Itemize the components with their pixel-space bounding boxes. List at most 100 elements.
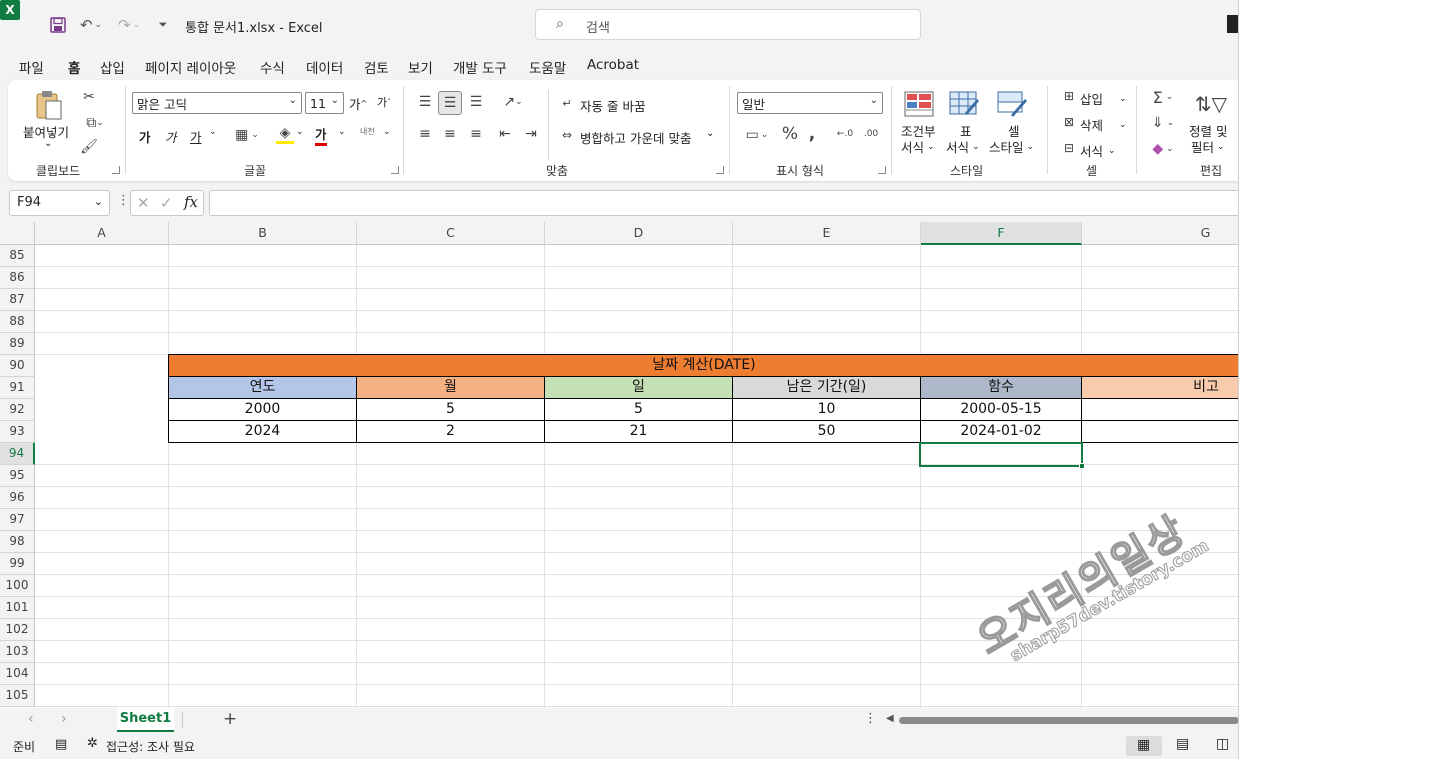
table-title-cell[interactable]: 날짜 계산(DATE) (169, 355, 1238, 377)
table-cell[interactable]: 5 (545, 399, 733, 421)
merge-dropdown-icon[interactable]: ⌄ (706, 128, 714, 139)
cancel-icon[interactable]: ✕ (137, 194, 150, 212)
tab-insert[interactable]: 삽입 (100, 57, 125, 77)
number-dialog-launcher[interactable] (878, 166, 886, 174)
horizontal-scrollbar[interactable] (899, 717, 1238, 724)
hscroll-left-icon[interactable]: ◀ (886, 713, 894, 724)
page-layout-view-icon[interactable]: ▤ (1176, 736, 1189, 752)
header-year[interactable]: 연도 (169, 377, 357, 399)
row-header[interactable]: 100 (0, 575, 35, 597)
tab-help[interactable]: 도움말 (529, 57, 566, 77)
decrease-indent-icon[interactable]: ⇤ (495, 124, 515, 144)
active-cell[interactable] (919, 442, 1083, 467)
table-cell[interactable] (1082, 421, 1238, 443)
macro-record-icon[interactable]: ▤ (55, 737, 67, 752)
header-note[interactable]: 비고 (1082, 377, 1238, 399)
shrink-font-button[interactable]: 가ˇ (377, 94, 391, 110)
table-cell[interactable]: 50 (733, 421, 921, 443)
fill-icon[interactable]: ⇓ ⌄ (1148, 114, 1178, 132)
table-cell[interactable]: 5 (357, 399, 545, 421)
cell-styles-icon[interactable] (996, 90, 1028, 118)
align-middle-icon[interactable]: ☰ (438, 91, 462, 115)
orientation-icon[interactable]: ↗ ⌄ (498, 92, 528, 112)
clear-icon[interactable]: ◆ ⌄ (1148, 140, 1178, 158)
name-box[interactable]: F94 ⌄ (9, 190, 110, 216)
table-cell[interactable]: 2024-01-02 (921, 421, 1082, 443)
grow-font-button[interactable]: 가 ^ (349, 94, 367, 113)
delete-cells-icon[interactable]: ⊠ (1060, 114, 1078, 130)
align-right-icon[interactable]: ≡ (466, 124, 486, 144)
font-dialog-launcher[interactable] (391, 166, 399, 174)
decrease-decimal-icon[interactable]: .00 (860, 124, 882, 144)
row-header[interactable]: 98 (0, 531, 35, 553)
normal-view-button[interactable]: ▦ (1126, 736, 1162, 756)
conditional-formatting-label-2[interactable]: 서식 ⌄ (901, 137, 935, 156)
row-header[interactable]: 93 (0, 421, 35, 443)
table-cell[interactable] (1082, 399, 1238, 421)
italic-button[interactable]: 가 (165, 127, 177, 146)
bold-button[interactable]: 가 (139, 127, 151, 146)
more-options-icon[interactable]: ⋮ (864, 711, 877, 726)
table-cell[interactable]: 21 (545, 421, 733, 443)
select-all-button[interactable] (0, 222, 35, 245)
phonetic-button[interactable]: 내천 (360, 126, 375, 137)
row-header[interactable]: 92 (0, 399, 35, 421)
row-header[interactable]: 96 (0, 487, 35, 509)
wrap-text-icon[interactable]: ↵ (558, 94, 576, 112)
table-cell[interactable]: 2 (357, 421, 545, 443)
table-cell[interactable]: 2000 (169, 399, 357, 421)
row-header[interactable]: 87 (0, 289, 35, 311)
sort-filter-label-2[interactable]: 필터 ⌄ (1191, 137, 1225, 156)
page-break-view-icon[interactable]: ◫ (1216, 736, 1229, 752)
tab-review[interactable]: 검토 (364, 57, 389, 77)
sheet-tab-sheet1[interactable]: Sheet1 (117, 708, 174, 732)
increase-decimal-icon[interactable]: ←.0 (834, 124, 856, 144)
worksheet-grid[interactable]: A B C D E F G 85 86 87 88 89 90 91 92 93… (0, 222, 1238, 708)
wrap-text-button[interactable]: 자동 줄 바꿈 (580, 96, 645, 115)
format-painter-icon[interactable]: 🖌 (80, 138, 98, 156)
tab-page-layout[interactable]: 페이지 레이아웃 (145, 57, 236, 77)
table-cell[interactable]: 2024 (169, 421, 357, 443)
format-as-table-label-2[interactable]: 서식 ⌄ (946, 137, 980, 156)
align-center-icon[interactable]: ≡ (440, 124, 460, 144)
font-color-dropdown-icon[interactable]: ⌄ (338, 127, 346, 137)
save-icon[interactable] (48, 14, 68, 36)
row-header[interactable]: 85 (0, 245, 35, 267)
row-header[interactable]: 99 (0, 553, 35, 575)
copy-icon[interactable]: ⧉ ⌄ (80, 114, 110, 132)
font-color-button[interactable]: 가 (315, 124, 327, 146)
sort-filter-icon[interactable]: ⇅▽ (1194, 90, 1228, 118)
conditional-formatting-icon[interactable] (903, 90, 935, 118)
scroll-right-icon[interactable]: › (61, 711, 67, 727)
tab-data[interactable]: 데이터 (306, 57, 343, 77)
column-header-c[interactable]: C (357, 222, 545, 245)
add-sheet-button[interactable]: + (223, 709, 237, 729)
fill-handle[interactable] (1079, 463, 1085, 469)
comma-style-icon[interactable]: , (805, 124, 819, 144)
column-header-a[interactable]: A (35, 222, 169, 245)
row-header[interactable]: 101 (0, 597, 35, 619)
column-header-e[interactable]: E (733, 222, 921, 245)
search-box[interactable]: ⌕ 검색 (535, 9, 921, 40)
fill-dropdown-icon[interactable]: ⌄ (296, 127, 304, 137)
column-header-d[interactable]: D (545, 222, 733, 245)
format-as-table-icon[interactable] (948, 90, 980, 118)
merge-center-button[interactable]: 병합하고 가운데 맞춤 (580, 128, 691, 147)
row-header[interactable]: 104 (0, 663, 35, 685)
align-bottom-icon[interactable]: ☰ (466, 92, 486, 112)
header-remaining-days[interactable]: 남은 기간(일) (733, 377, 921, 399)
format-cells-button[interactable]: 서식 ⌄ (1080, 141, 1116, 160)
fill-color-icon[interactable]: ◈ (276, 124, 294, 144)
paste-dropdown-icon[interactable]: ⌄ (44, 138, 52, 149)
formula-input[interactable] (209, 190, 1238, 216)
row-header[interactable]: 95 (0, 465, 35, 487)
underline-button[interactable]: 가 (190, 127, 202, 146)
undo-icon[interactable]: ↶ ⌄ (76, 14, 106, 36)
tab-formulas[interactable]: 수식 (260, 57, 285, 77)
row-header[interactable]: 103 (0, 641, 35, 663)
format-cells-icon[interactable]: ⊟ (1060, 140, 1078, 156)
row-header[interactable]: 91 (0, 377, 35, 399)
row-header[interactable]: 102 (0, 619, 35, 641)
scroll-left-icon[interactable]: ‹ (28, 711, 34, 727)
number-format-select[interactable]: 일반 ⌄ (737, 92, 883, 114)
